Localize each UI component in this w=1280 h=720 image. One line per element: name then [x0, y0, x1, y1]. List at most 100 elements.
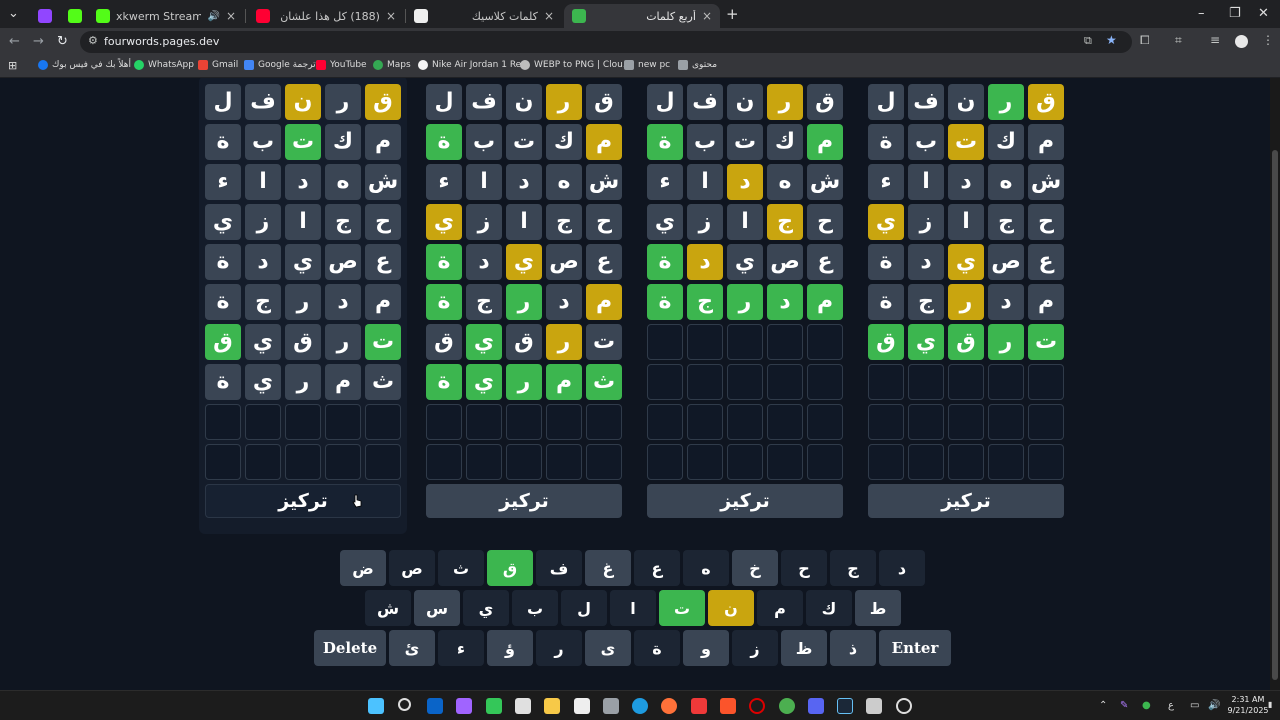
tab-youtube[interactable]: (188) كل هذا علشان مخالفة - be × — [248, 4, 404, 28]
volume-icon[interactable]: 🔊 — [1208, 700, 1220, 711]
letter-key[interactable]: ج — [830, 550, 876, 586]
bookmark-youtube[interactable]: YouTube — [316, 60, 367, 70]
letter-key[interactable]: ئ — [389, 630, 435, 666]
letter-key[interactable]: ض — [340, 550, 386, 586]
letter-key[interactable]: و — [683, 630, 729, 666]
letter-key[interactable]: س — [414, 590, 460, 626]
letter-key[interactable]: ق — [487, 550, 533, 586]
scrollbar-thumb[interactable] — [1272, 150, 1278, 680]
bookmark-webp[interactable]: WEBP to PNG | Clou... — [520, 60, 631, 70]
focus-button[interactable]: تركيز — [647, 484, 843, 518]
close-tab-icon[interactable]: × — [544, 9, 554, 23]
letter-key[interactable]: ت — [659, 590, 705, 626]
bookmark-nike[interactable]: Nike Air Jordan 1 Re... — [418, 60, 530, 70]
letter-key[interactable]: ط — [855, 590, 901, 626]
letter-key[interactable]: ء — [438, 630, 484, 666]
mic-icon[interactable]: ● — [1142, 700, 1151, 711]
page-scrollbar[interactable] — [1270, 78, 1280, 690]
letter-key[interactable]: ث — [438, 550, 484, 586]
close-window-icon[interactable]: ✕ — [1258, 6, 1269, 21]
bookmark-gmail[interactable]: Gmail — [198, 60, 238, 70]
bookmark-folder-new-pc[interactable]: new pc — [624, 60, 670, 70]
letter-key[interactable]: ز — [732, 630, 778, 666]
search-icon[interactable] — [398, 698, 411, 711]
tab-pinned-kick[interactable] — [60, 4, 86, 28]
media-controls-icon[interactable]: ≡ — [1210, 33, 1220, 47]
letter-key[interactable]: ؤ — [487, 630, 533, 666]
windows-start-icon[interactable] — [368, 698, 384, 714]
bookmark-whatsapp[interactable]: WhatsApp — [134, 60, 194, 70]
letter-key[interactable]: ى — [585, 630, 631, 666]
letter-key[interactable]: د — [879, 550, 925, 586]
steam-icon[interactable] — [837, 698, 853, 714]
tab-classic-words[interactable]: كلمات كلاسيك × — [406, 4, 562, 28]
store-icon[interactable] — [515, 698, 531, 714]
letter-key[interactable]: ظ — [781, 630, 827, 666]
letter-key[interactable]: ن — [708, 590, 754, 626]
site-info-icon[interactable]: ⚙ — [88, 34, 98, 47]
edge-icon[interactable] — [632, 698, 648, 714]
focus-button[interactable]: تركيز — [426, 484, 622, 518]
notification-icon[interactable]: ▮ — [1268, 700, 1272, 709]
file-explorer-icon[interactable] — [544, 698, 560, 714]
forward-icon[interactable]: → — [33, 34, 44, 49]
brave-icon[interactable] — [720, 698, 736, 714]
letter-key[interactable]: ر — [536, 630, 582, 666]
chrome-icon[interactable] — [779, 698, 795, 714]
bookmark-maps[interactable]: Maps — [373, 60, 411, 70]
extensions-icon[interactable]: ⧠ — [1140, 33, 1150, 48]
install-app-icon[interactable]: ⧉ — [1084, 34, 1092, 48]
address-bar[interactable]: ⚙ fourwords.pages.dev ⧉ ★ — [80, 31, 1132, 53]
bookmark-facebook[interactable]: أهلاً بك في فيس بوك — [38, 60, 131, 70]
letter-key[interactable]: ص — [389, 550, 435, 586]
letter-key[interactable]: خ — [732, 550, 778, 586]
tab-four-words[interactable]: أربع كلمات × — [564, 4, 720, 28]
close-tab-icon[interactable]: × — [702, 9, 712, 23]
letter-key[interactable]: ي — [463, 590, 509, 626]
enter-key[interactable]: Enter — [879, 630, 951, 666]
letter-key[interactable]: ح — [781, 550, 827, 586]
close-tab-icon[interactable]: × — [386, 9, 396, 23]
letter-key[interactable]: ش — [365, 590, 411, 626]
vivaldi-icon[interactable] — [691, 698, 707, 714]
letter-key[interactable]: غ — [585, 550, 631, 586]
tab-search-icon[interactable]: ⌄ — [8, 6, 19, 21]
letter-key[interactable]: ك — [806, 590, 852, 626]
back-icon[interactable]: ← — [9, 34, 20, 49]
app-icon[interactable] — [866, 698, 882, 714]
letter-key[interactable]: م — [757, 590, 803, 626]
bookmark-folder-content[interactable]: محتوى — [678, 60, 717, 70]
restore-icon[interactable]: ❐ — [1229, 6, 1241, 21]
xbox-icon[interactable] — [486, 698, 502, 714]
bookmark-star-icon[interactable]: ★ — [1106, 33, 1117, 47]
language-indicator[interactable]: ع — [1168, 700, 1174, 711]
profile-avatar[interactable] — [1235, 35, 1248, 48]
firefox-icon[interactable] — [661, 698, 677, 714]
letter-key[interactable]: ب — [512, 590, 558, 626]
new-tab-button[interactable]: + — [726, 5, 739, 23]
letter-key[interactable]: ف — [536, 550, 582, 586]
pen-icon[interactable]: ✎ — [1120, 700, 1128, 711]
focus-button[interactable]: تركيز — [205, 484, 401, 518]
bookmark-translate[interactable]: Google ترجمة — [244, 60, 316, 70]
clock[interactable]: 2:31 AM 9/21/2025 — [1226, 694, 1270, 716]
letter-key[interactable]: ع — [634, 550, 680, 586]
letter-key[interactable]: ة — [634, 630, 680, 666]
discord-icon[interactable] — [808, 698, 824, 714]
capture-icon[interactable] — [574, 698, 590, 714]
menu-icon[interactable]: ⋮ — [1262, 33, 1274, 47]
copilot-icon[interactable] — [456, 698, 472, 714]
delete-key[interactable]: Delete — [314, 630, 386, 666]
tray-chevron-icon[interactable]: ⌃ — [1099, 700, 1107, 711]
letter-key[interactable]: ا — [610, 590, 656, 626]
translate-icon[interactable]: ⌗ — [1175, 33, 1182, 48]
tab-twitch[interactable] — [30, 4, 56, 28]
network-icon[interactable]: ▭ — [1190, 700, 1199, 711]
letter-key[interactable]: ذ — [830, 630, 876, 666]
letter-key[interactable]: ل — [561, 590, 607, 626]
settings-app-icon[interactable] — [896, 698, 912, 714]
focus-button[interactable]: تركيز — [868, 484, 1064, 518]
minimize-icon[interactable]: – — [1198, 6, 1205, 21]
refresh-app-icon[interactable] — [603, 698, 619, 714]
reload-icon[interactable]: ↻ — [57, 34, 68, 49]
